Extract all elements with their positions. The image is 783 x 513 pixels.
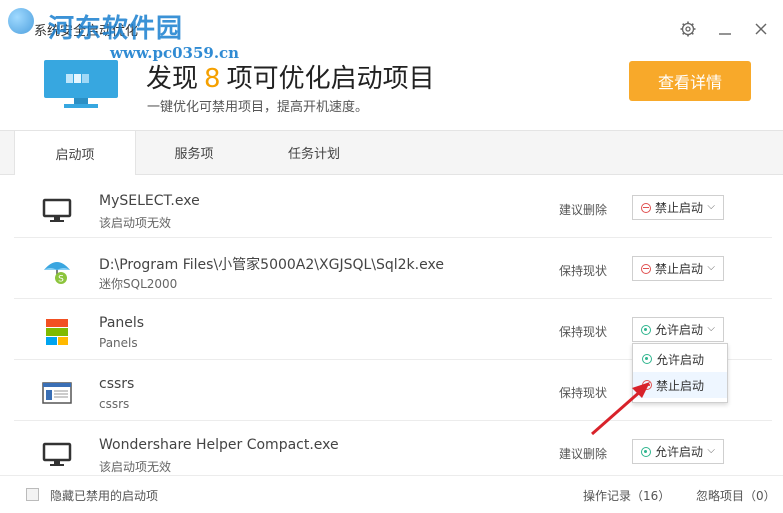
title-bar: 系统安全启动优化 河东软件园: [0, 0, 783, 44]
item-description: cssrs: [99, 397, 130, 411]
list-item: S D:\Program Files\小管家5000A2\XGJSQL\Sql2…: [14, 238, 772, 299]
window-icon: [42, 382, 72, 404]
footer-bar: 隐藏已禁用的启动项 操作记录（16） 忽略项目（0）: [0, 475, 783, 513]
allow-icon: [641, 446, 651, 457]
item-advice: 建议删除: [559, 203, 608, 217]
startup-state-select[interactable]: 禁止启动 ⌵: [632, 195, 724, 220]
item-name: Panels: [99, 315, 145, 331]
item-description: 该启动项无效: [99, 460, 172, 474]
list-item: MySELECT.exe 该启动项无效 建议删除 禁止启动 ⌵: [14, 177, 772, 238]
item-name: MySELECT.exe: [99, 193, 200, 209]
item-advice: 保持现状: [559, 325, 608, 339]
hide-disabled-label: 隐藏已禁用的启动项: [50, 489, 159, 503]
item-description: Panels: [99, 336, 138, 350]
monitor-icon: [42, 198, 72, 222]
svg-text:S: S: [58, 275, 64, 285]
startup-list: MySELECT.exe 该启动项无效 建议删除 禁止启动 ⌵ S D:\Prog…: [0, 175, 783, 475]
red-arrow-annotation-icon: [591, 382, 650, 436]
allow-icon: [641, 324, 651, 335]
umbrella-icon: S: [44, 262, 70, 285]
optimizable-count: 8: [204, 64, 221, 94]
item-name: D:\Program Files\小管家5000A2\XGJSQL\Sql2k.…: [99, 257, 444, 273]
startup-state-select[interactable]: 允许启动 ⌵: [632, 439, 724, 464]
hero-title: 发现 8 项可优化启动项目: [146, 64, 435, 94]
windows-icon: [46, 319, 68, 345]
tab-scheduled-tasks[interactable]: 任务计划: [254, 131, 374, 174]
monitor-illustration-icon: [44, 60, 118, 108]
ban-icon: [641, 202, 651, 213]
chevron-down-icon: ⌵: [707, 323, 715, 334]
watermark-text: 河东软件园: [48, 14, 184, 44]
ban-icon: [641, 263, 651, 274]
startup-state-select[interactable]: 禁止启动 ⌵: [632, 256, 724, 281]
item-description: 该启动项无效: [99, 216, 172, 230]
dropdown-option-allow[interactable]: 允许启动: [633, 346, 727, 372]
allow-icon: [642, 354, 652, 364]
item-name: Wondershare Helper Compact.exe: [99, 437, 339, 453]
watermark-logo-icon: [8, 8, 34, 34]
ignored-items-link[interactable]: 忽略项目（0）: [696, 487, 776, 504]
item-advice: 保持现状: [559, 264, 608, 278]
startup-state-select[interactable]: 允许启动 ⌵: [632, 317, 724, 342]
tab-startup[interactable]: 启动项: [14, 131, 136, 175]
item-description: 迷你SQL2000: [99, 277, 178, 291]
tab-bar: 启动项 服务项 任务计划: [0, 130, 783, 175]
hero-subtitle: 一键优化可禁用项目，提高开机速度。: [147, 100, 369, 115]
settings-gear-icon[interactable]: [677, 18, 699, 40]
monitor-icon: [42, 442, 72, 466]
chevron-down-icon: ⌵: [707, 201, 715, 212]
item-advice: 建议删除: [559, 447, 608, 461]
minimize-icon[interactable]: [714, 18, 736, 40]
chevron-down-icon: ⌵: [707, 445, 715, 456]
close-icon[interactable]: [750, 18, 772, 40]
hide-disabled-checkbox[interactable]: [26, 488, 39, 501]
tab-services[interactable]: 服务项: [134, 131, 254, 174]
item-name: cssrs: [99, 376, 135, 392]
operation-log-link[interactable]: 操作记录（16）: [583, 487, 670, 504]
hero-banner: 发现 8 项可优化启动项目 一键优化可禁用项目，提高开机速度。 查看详情: [0, 44, 783, 130]
chevron-down-icon: ⌵: [707, 262, 715, 273]
view-details-button[interactable]: 查看详情: [629, 61, 751, 101]
